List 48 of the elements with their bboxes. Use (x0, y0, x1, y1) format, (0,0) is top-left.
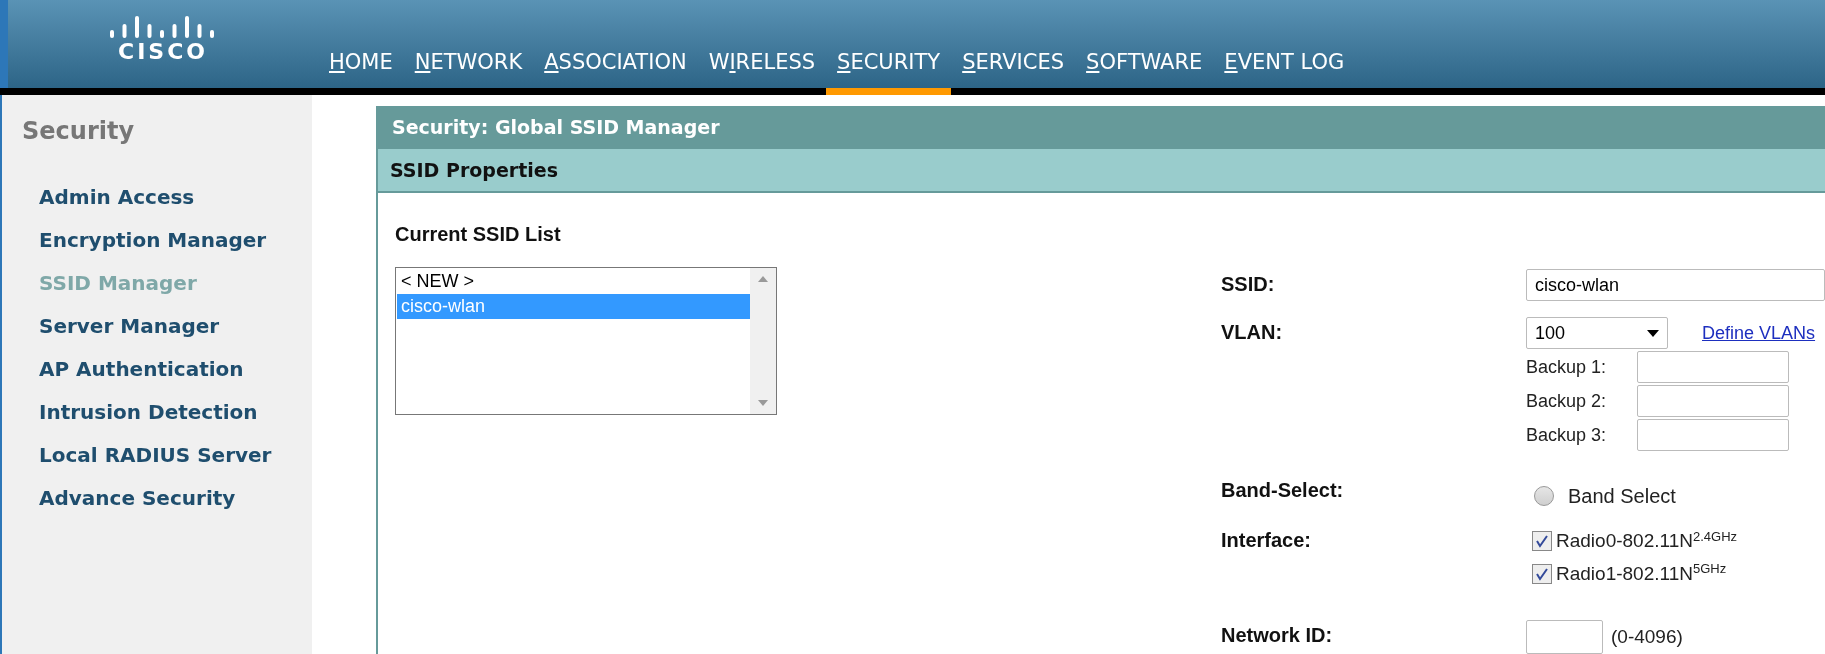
nav-tab[interactable]: SERVICES (951, 0, 1076, 95)
backup-vlan-field[interactable] (1637, 351, 1789, 383)
scrollbar[interactable] (750, 268, 776, 414)
backup-label: Backup 2: (1526, 389, 1608, 413)
nav-tab[interactable]: SOFTWARE (1075, 0, 1214, 95)
nav-tab[interactable]: HOME (318, 0, 404, 95)
checkbox[interactable] (1532, 563, 1552, 584)
backup-label: Backup 1: (1526, 355, 1608, 379)
field-label: Band-Select: (1221, 478, 1345, 503)
nav-tab[interactable]: ASSOCIATION (533, 0, 698, 95)
scroll-up-icon[interactable] (758, 276, 768, 282)
backup-vlan-field[interactable] (1637, 419, 1789, 451)
nav-tab[interactable]: EVENT LOG (1213, 0, 1356, 95)
checkbox[interactable] (1532, 531, 1552, 552)
backup-label: Backup 3: (1526, 423, 1608, 447)
ssid-listbox[interactable]: < NEW > cisco-wlan (395, 267, 777, 415)
ssid-option[interactable]: < NEW > (397, 269, 750, 294)
band-select-radio[interactable] (1534, 486, 1554, 506)
sidebar-item[interactable]: Advance Security (39, 476, 312, 519)
field-label: Network ID: (1221, 623, 1334, 648)
dropdown-caret-icon (1647, 329, 1659, 337)
sidebar-item[interactable]: AP Authentication (39, 347, 312, 390)
vlan-select[interactable]: 100 (1526, 317, 1668, 349)
scroll-down-icon[interactable] (758, 400, 768, 406)
sidebar-item[interactable]: Admin Access (39, 175, 312, 218)
define-vlans-link[interactable]: Define VLANs (1702, 319, 1816, 347)
sidebar-item[interactable]: Intrusion Detection (39, 390, 312, 433)
field-label: Interface: (1221, 528, 1313, 553)
nav-tab[interactable]: WIRELESS (697, 0, 827, 95)
nav-tab[interactable]: SECURITY (826, 0, 952, 95)
backup-vlan-field[interactable] (1637, 385, 1789, 417)
nav-tab[interactable]: NETWORK (403, 0, 534, 95)
section-header: SSID Properties (378, 149, 1825, 193)
sidebar-item[interactable]: Server Manager (39, 304, 312, 347)
panel-title: Security: Global SSID Manager (378, 106, 1825, 150)
network-id-field[interactable] (1526, 620, 1603, 654)
field-label: VLAN: (1221, 320, 1284, 345)
range-hint: (0-4096) (1611, 624, 1683, 649)
radio-interface-label: Radio0-802.11N$^{2.4GHz}$ (1556, 527, 1738, 553)
logo-text: CISCO (118, 41, 208, 63)
sidebar-item[interactable]: Encryption Manager (39, 218, 312, 261)
radio-interface-label: Radio1-802.11N$^{5GHz}$ (1556, 560, 1727, 586)
radio-label: Band Select (1568, 484, 1676, 509)
sidebar-item[interactable]: Local RADIUS Server (39, 433, 312, 476)
field-label: SSID: (1221, 272, 1276, 297)
sidebar-title: Security (22, 116, 136, 147)
list-label: Current SSID List (395, 222, 562, 247)
ssid-field[interactable]: cisco-wlan (1526, 269, 1825, 301)
